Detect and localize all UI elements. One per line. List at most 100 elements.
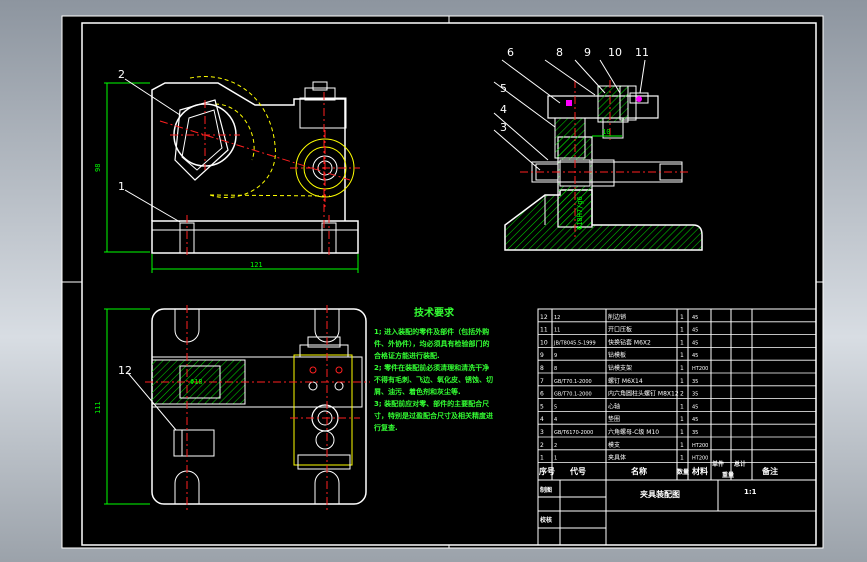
dim-shaft-fit: Φ18H7/g6 bbox=[576, 196, 584, 230]
bom-cell-material: 35 bbox=[692, 430, 698, 436]
bom-cell-code: 2 bbox=[554, 443, 557, 449]
balloon-front-1: 1 bbox=[118, 180, 125, 193]
bom-cell-seq: 2 bbox=[540, 442, 544, 449]
dim-height-top: 111 bbox=[94, 401, 102, 414]
bom-header-seq: 序号 bbox=[539, 466, 555, 476]
bom-cell-material: 35 bbox=[692, 392, 698, 398]
tech-line: 件、外协件），均必须具有检验部门的 bbox=[374, 339, 490, 348]
bom-cell-name: 心轴 bbox=[608, 402, 620, 410]
top-view bbox=[104, 305, 370, 510]
tech-line: 3; 装配前应对零、部件的主要配合尺 bbox=[374, 399, 489, 408]
balloon-side-5: 5 bbox=[500, 82, 507, 95]
bom-cell-seq: 4 bbox=[540, 416, 544, 423]
bom-cell-qty: 1 bbox=[680, 403, 684, 410]
bom-header-qty: 数量 bbox=[677, 468, 689, 476]
bom-cell-name: 钻模板 bbox=[608, 351, 626, 359]
bom-cell-seq: 10 bbox=[540, 339, 548, 346]
dim-bore: 10 bbox=[602, 128, 610, 136]
bom-cell-code: 12 bbox=[554, 315, 560, 321]
bom-header-unit-weight: 单件 bbox=[712, 460, 724, 468]
tech-line: 寸，特别是过盈配合尺寸及相关精度进 bbox=[374, 411, 493, 420]
bom-cell-seq: 9 bbox=[540, 352, 544, 359]
bom-cell-seq: 3 bbox=[540, 429, 544, 436]
bom-header-material: 材料 bbox=[692, 466, 708, 476]
tech-line: 不得有毛刺、飞边、氧化皮、锈蚀、切 bbox=[374, 375, 493, 384]
bom-cell-code: 8 bbox=[554, 366, 557, 372]
balloon-side-10: 10 bbox=[608, 46, 622, 59]
title-block-scale: 1:1 bbox=[744, 488, 757, 496]
side-section-view bbox=[493, 59, 703, 251]
bom-cell-code: 11 bbox=[554, 328, 560, 334]
dim-phi-top: Φ18 bbox=[190, 378, 203, 386]
bom-cell-material: 45 bbox=[692, 340, 698, 346]
dim-height-front: 98 bbox=[94, 164, 102, 172]
front-view bbox=[104, 76, 360, 273]
balloon-top-12: 12 bbox=[118, 364, 132, 377]
bom-cell-code: 5 bbox=[554, 404, 557, 410]
tech-requirements-lines: 1; 进入装配的零件及部件（包括外购 件、外协件），均必须具有检验部门的 合格证… bbox=[373, 327, 493, 432]
bom-cell-material: HT200 bbox=[692, 456, 708, 462]
zone-ticks bbox=[62, 16, 823, 548]
bom-cell-qty: 1 bbox=[680, 442, 684, 449]
bom-cell-name: 削边销 bbox=[608, 313, 626, 321]
bom-cell-qty: 1 bbox=[680, 455, 684, 462]
tech-line: 行复查. bbox=[373, 423, 398, 432]
balloon-front-2: 2 bbox=[118, 68, 125, 81]
bom-header-remarks: 备注 bbox=[761, 466, 778, 476]
bom-cell-qty: 1 bbox=[680, 327, 684, 334]
bom-cell-name: 内六角圆柱头螺钉 M8X12 bbox=[608, 390, 679, 398]
bom-cell-seq: 12 bbox=[540, 314, 548, 321]
bom-cell-name: 六角螺母-C级 M10 bbox=[608, 428, 659, 436]
bom-cell-qty: 1 bbox=[680, 314, 684, 321]
bom-cell-material: 45 bbox=[692, 328, 698, 334]
bom-cell-name: 垫圈 bbox=[608, 415, 620, 423]
bom-cell-material: 45 bbox=[692, 417, 698, 423]
bom-cell-material: 45 bbox=[692, 404, 698, 410]
bom-cell-name: 快换钻套 M6X2 bbox=[608, 338, 651, 346]
bom-cell-code: GB/T70.1-2000 bbox=[554, 392, 592, 398]
bom-cell-code: JB/T8045.5-1999 bbox=[553, 340, 596, 346]
bom-cell-qty: 1 bbox=[680, 339, 684, 346]
bom-cell-code: GB/T6170-2000 bbox=[554, 430, 593, 436]
bom-cell-code: GB/T70.1-2000 bbox=[554, 379, 592, 385]
bom-header-weight: 重量 bbox=[722, 471, 734, 479]
balloon-side-4: 4 bbox=[500, 103, 507, 116]
bom-cell-seq: 8 bbox=[540, 365, 544, 372]
bom-cell-code: 9 bbox=[554, 353, 557, 359]
bom-cell-qty: 1 bbox=[680, 429, 684, 436]
title-block-name: 夹具装配图 bbox=[640, 489, 680, 499]
bom-cell-qty: 2 bbox=[680, 391, 684, 398]
bom-cell-name: 夹具体 bbox=[608, 454, 626, 462]
balloon-side-9: 9 bbox=[584, 46, 591, 59]
sheet-border-outer bbox=[61, 15, 824, 549]
bom-cell-seq: 11 bbox=[540, 327, 548, 334]
balloon-side-11: 11 bbox=[635, 46, 649, 59]
bom-cell-material: 35 bbox=[692, 379, 698, 385]
bom-header-total-weight: 总计 bbox=[734, 460, 746, 468]
tech-line: 2; 零件在装配前必须清理和清洗干净 bbox=[374, 363, 489, 372]
bom-cell-qty: 1 bbox=[680, 365, 684, 372]
balloon-side-8: 8 bbox=[556, 46, 563, 59]
dim-width: 121 bbox=[250, 261, 263, 269]
bom-cell-seq: 7 bbox=[540, 378, 544, 385]
bom-cell-seq: 5 bbox=[540, 403, 544, 410]
sign-label-draw: 制图 bbox=[540, 486, 552, 494]
sign-label-check: 校核 bbox=[540, 516, 552, 524]
bom-cell-qty: 1 bbox=[680, 352, 684, 359]
bom-cell-material: HT200 bbox=[692, 366, 708, 372]
bom-cell-name: 模支 bbox=[608, 441, 620, 449]
tech-line: 1; 进入装配的零件及部件（包括外购 bbox=[374, 327, 489, 336]
bom-cell-seq: 1 bbox=[540, 455, 544, 462]
bom-cell-seq: 6 bbox=[540, 391, 544, 398]
bom-cell-name: 开口压板 bbox=[608, 326, 632, 334]
bom-cell-name: 钻模支架 bbox=[608, 364, 632, 372]
tech-requirements-title: 技术要求 bbox=[414, 306, 455, 319]
bom-cell-name: 螺钉 M6X14 bbox=[608, 377, 643, 385]
bom-header-name: 名称 bbox=[631, 466, 647, 476]
balloon-side-6: 6 bbox=[507, 46, 514, 59]
bom-cell-code: 4 bbox=[554, 417, 557, 423]
tech-line: 屑、油污、着色剂和灰尘等. bbox=[373, 387, 461, 396]
bom-cell-material: 45 bbox=[692, 315, 698, 321]
bom-cell-qty: 1 bbox=[680, 378, 684, 385]
bom-cell-code: 1 bbox=[554, 456, 557, 462]
